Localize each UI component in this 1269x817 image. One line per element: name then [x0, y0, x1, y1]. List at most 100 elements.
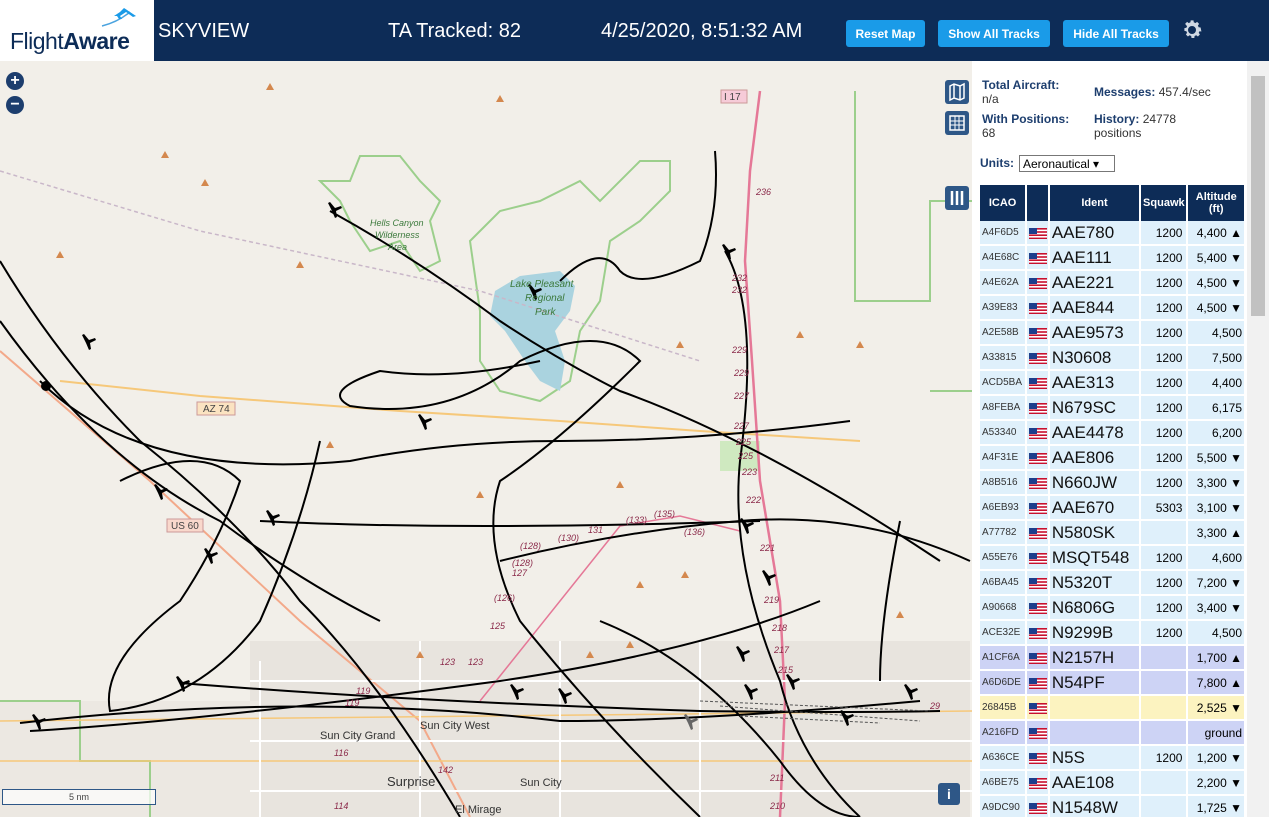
table-row[interactable]: A39E83 AAE844 1200 4,500 ▼ — [980, 295, 1246, 321]
ta-tracked-count: TA Tracked: 82 — [388, 20, 522, 42]
svg-text:Sun City: Sun City — [520, 777, 562, 789]
table-row[interactable]: A53340 AAE4478 1200 6,200 — [980, 420, 1246, 446]
svg-text:(128): (128) — [512, 558, 533, 568]
squawk-cell: 1200 — [1140, 620, 1189, 646]
svg-text:Park: Park — [535, 307, 557, 318]
icao-cell: A216FD — [980, 720, 1028, 746]
table-row[interactable]: ACD5BA AAE313 1200 4,400 — [980, 370, 1246, 396]
gear-icon[interactable] — [1180, 18, 1204, 42]
us-flag-icon — [1028, 727, 1047, 739]
svg-text:Regional: Regional — [525, 293, 565, 304]
table-row[interactable]: A1CF6A N2157H 1,700 ▲ — [980, 645, 1246, 671]
svg-text:229: 229 — [731, 345, 747, 355]
svg-text:(136): (136) — [684, 527, 705, 537]
table-row[interactable]: A8FEBA N679SC 1200 6,175 — [980, 395, 1246, 421]
ident-cell — [1048, 695, 1142, 721]
table-row[interactable]: A216FD ground — [980, 720, 1246, 746]
flag-cell — [1026, 545, 1050, 571]
ident-cell: AAE844 — [1048, 295, 1142, 321]
ident-cell: AAE111 — [1048, 245, 1142, 271]
icao-cell: A6BE75 — [980, 770, 1028, 796]
svg-text:225: 225 — [737, 451, 754, 461]
units-select[interactable]: Aeronautical ▾ — [1019, 155, 1115, 172]
table-row[interactable]: ACE32E N9299B 1200 4,500 — [980, 620, 1246, 646]
squawk-cell — [1140, 520, 1189, 546]
icao-cell: A4F6D5 — [980, 221, 1028, 246]
hide-all-tracks-button[interactable]: Hide All Tracks — [1063, 20, 1169, 47]
column-icao[interactable]: ICAO — [980, 185, 1028, 221]
svg-text:236: 236 — [755, 187, 771, 197]
svg-text:227: 227 — [733, 391, 750, 401]
reset-map-button[interactable]: Reset Map — [846, 20, 925, 47]
table-row[interactable]: A33815 N30608 1200 7,500 — [980, 345, 1246, 371]
map-area[interactable]: Hells Canyon Wilderness Area Lake Pleasa… — [0, 61, 972, 817]
icao-cell: A77782 — [980, 520, 1028, 546]
altitude-cell: 6,200 — [1187, 420, 1246, 446]
flag-cell — [1026, 770, 1050, 796]
table-row[interactable]: A4E68C AAE111 1200 5,400 ▼ — [980, 245, 1246, 271]
panel-scrollbar[interactable] — [1247, 61, 1269, 817]
table-row[interactable]: A55E76 MSQT548 1200 4,600 — [980, 545, 1246, 571]
icao-cell: ACE32E — [980, 620, 1028, 646]
aircraft-table: ICAO Ident Squawk Altitude (ft) A4F6D5 AA… — [980, 185, 1246, 817]
flag-cell — [1026, 420, 1050, 446]
table-row[interactable]: A6BA45 N5320T 1200 7,200 ▼ — [980, 570, 1246, 596]
us-flag-icon — [1028, 477, 1047, 489]
svg-text:US 60: US 60 — [171, 521, 199, 532]
squawk-cell: 1200 — [1140, 270, 1189, 296]
flag-cell — [1026, 595, 1050, 621]
svg-text:I 17: I 17 — [724, 92, 741, 103]
airplane-logo-icon — [101, 8, 136, 27]
svg-text:127: 127 — [512, 568, 528, 578]
ident-cell: N1548W — [1048, 795, 1142, 817]
ident-cell: N9299B — [1048, 620, 1142, 646]
zoom-out-button[interactable]: − — [6, 96, 24, 114]
svg-text:225: 225 — [735, 437, 752, 447]
scrollbar-thumb[interactable] — [1251, 76, 1265, 316]
table-row[interactable]: A8B516 N660JW 1200 3,300 ▼ — [980, 470, 1246, 496]
icao-cell: A90668 — [980, 595, 1028, 621]
units-label: Units: — [980, 156, 1014, 170]
flag-cell — [1026, 795, 1050, 817]
icao-cell: A8B516 — [980, 470, 1028, 496]
flag-cell — [1026, 245, 1050, 271]
table-row[interactable]: A6EB93 AAE670 5303 3,100 ▼ — [980, 495, 1246, 521]
column-squawk[interactable]: Squawk — [1140, 185, 1189, 221]
columns-icon[interactable] — [945, 186, 969, 210]
table-row[interactable]: A4F31E AAE806 1200 5,500 ▼ — [980, 445, 1246, 471]
table-row[interactable]: A90668 N6806G 1200 3,400 ▼ — [980, 595, 1246, 621]
table-row[interactable]: A4E62A AAE221 1200 4,500 ▼ — [980, 270, 1246, 296]
us-flag-icon — [1028, 602, 1047, 614]
zoom-in-button[interactable]: + — [6, 72, 24, 90]
column-altitude[interactable]: Altitude (ft) — [1187, 185, 1246, 221]
svg-text:223: 223 — [741, 467, 757, 477]
table-row[interactable]: A6BE75 AAE108 2,200 ▼ — [980, 770, 1246, 796]
svg-text:227: 227 — [733, 421, 750, 431]
app-title: SKYVIEW — [158, 20, 250, 42]
svg-text:123: 123 — [468, 657, 483, 667]
column-flag[interactable] — [1026, 185, 1050, 221]
altitude-cell: 7,800 ▲ — [1187, 670, 1246, 696]
altitude-cell: 5,400 ▼ — [1187, 245, 1246, 271]
table-row[interactable]: A77782 N580SK 3,300 ▲ — [980, 520, 1246, 546]
flag-cell — [1026, 395, 1050, 421]
ident-cell: N6806G — [1048, 595, 1142, 621]
flightaware-logo[interactable]: FlightAware — [0, 0, 154, 61]
table-row[interactable]: A4F6D5 AAE780 1200 4,400 ▲ — [980, 221, 1246, 246]
table-row[interactable]: A636CE N5S 1200 1,200 ▼ — [980, 745, 1246, 771]
table-row[interactable]: A2E58B AAE9573 1200 4,500 — [980, 320, 1246, 346]
flag-cell — [1026, 495, 1050, 521]
table-row[interactable]: A9DC90 N1548W 1,725 ▼ — [980, 795, 1246, 817]
table-row[interactable]: A6D6DE N54PF 7,800 ▲ — [980, 670, 1246, 696]
flag-cell — [1026, 620, 1050, 646]
history-stat: History: 24778 positions — [1094, 112, 1177, 140]
grid-icon[interactable] — [945, 111, 969, 135]
info-button[interactable]: i — [938, 783, 960, 805]
column-ident[interactable]: Ident — [1048, 185, 1142, 221]
show-all-tracks-button[interactable]: Show All Tracks — [938, 20, 1050, 47]
map-canvas: Hells Canyon Wilderness Area Lake Pleasa… — [0, 83, 972, 817]
icao-cell: A4E68C — [980, 245, 1028, 271]
map-layers-icon[interactable] — [945, 80, 969, 104]
table-row[interactable]: 26845B 2,525 ▼ — [980, 695, 1246, 721]
us-flag-icon — [1028, 452, 1047, 464]
